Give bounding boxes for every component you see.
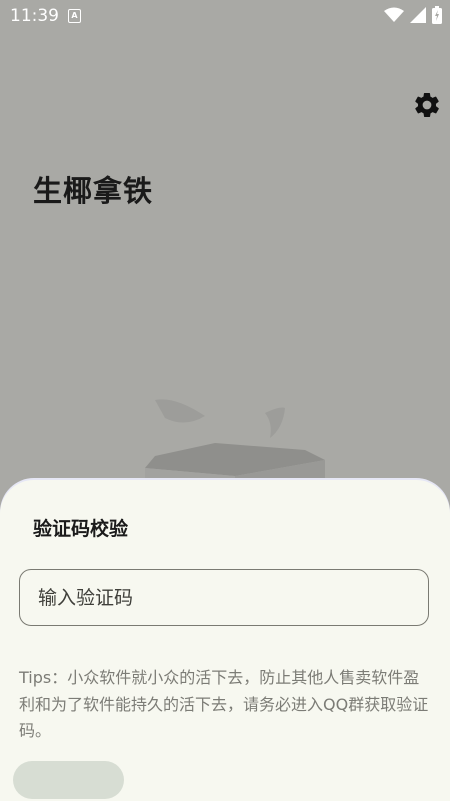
notification-icon: A [68,9,81,23]
verification-sheet: 验证码校验 Tips：小众软件就小众的活下去，防止其他人售卖软件盈利和为了软件能… [0,480,450,801]
battery-icon [432,6,442,24]
verification-code-input[interactable] [19,569,429,626]
status-icons [384,6,442,24]
signal-icon [410,7,426,23]
confirm-button[interactable] [13,761,124,799]
settings-button[interactable] [412,90,442,120]
status-bar: 11:39 A [0,0,450,32]
gear-icon [415,92,439,118]
wifi-icon [384,7,404,22]
sheet-title: 验证码校验 [33,518,129,540]
status-time: 11:39 [10,6,59,26]
tips-text: Tips：小众软件就小众的活下去，防止其他人售卖软件盈利和为了软件能持久的活下去… [19,668,429,740]
app-title: 生椰拿铁 [33,174,154,208]
